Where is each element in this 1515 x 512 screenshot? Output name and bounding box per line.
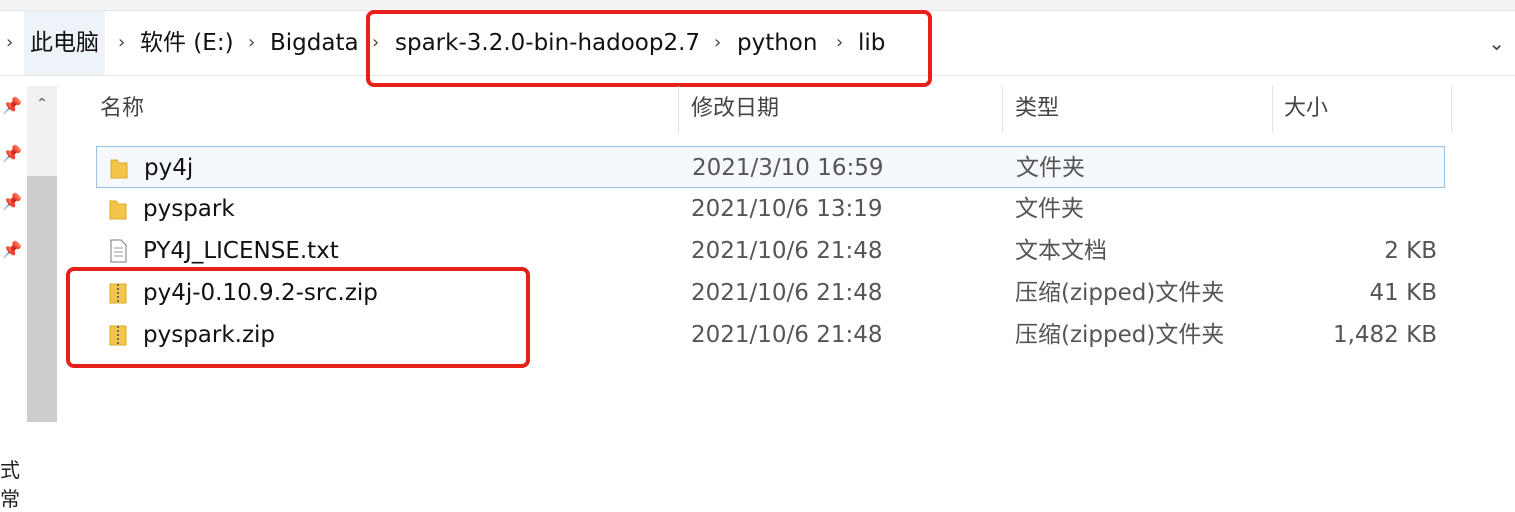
file-row[interactable]: py4j 2021/3/10 16:59 文件夹 xyxy=(96,146,1445,188)
file-name[interactable]: pyspark xyxy=(143,188,235,230)
file-name[interactable]: PY4J_LICENSE.txt xyxy=(143,230,339,272)
file-modified: 2021/3/10 16:59 xyxy=(692,155,884,181)
pin-icon[interactable]: 📌 xyxy=(2,96,22,115)
file-modified: 2021/10/6 21:48 xyxy=(691,238,883,264)
column-name[interactable]: 名称 xyxy=(100,86,144,132)
chevron-right-icon[interactable]: › xyxy=(118,11,125,75)
highlight-box-path xyxy=(366,10,932,87)
address-dropdown-icon[interactable]: ⌄ xyxy=(1488,11,1505,75)
scrollbar-thumb[interactable] xyxy=(27,176,57,422)
column-size[interactable]: 大小 xyxy=(1284,86,1328,132)
pin-icon[interactable]: 📌 xyxy=(2,192,22,211)
folder-icon xyxy=(109,200,127,220)
file-type: 文件夹 xyxy=(1016,155,1085,181)
file-row[interactable]: PY4J_LICENSE.txt 2021/10/6 21:48 文本文档 2 … xyxy=(96,230,1445,272)
file-type: 压缩(zipped)文件夹 xyxy=(1015,280,1225,306)
column-divider[interactable] xyxy=(1451,86,1452,132)
file-type: 文本文档 xyxy=(1015,238,1107,264)
file-size: 2 KB xyxy=(1384,238,1437,264)
text-file-icon xyxy=(110,239,127,263)
file-name[interactable]: py4j xyxy=(144,147,193,189)
file-modified: 2021/10/6 21:48 xyxy=(691,322,883,348)
file-modified: 2021/10/6 13:19 xyxy=(691,196,883,222)
column-divider[interactable] xyxy=(1002,86,1003,132)
column-modified[interactable]: 修改日期 xyxy=(691,86,779,132)
column-type[interactable]: 类型 xyxy=(1015,86,1059,132)
breadcrumb-bigdata[interactable]: Bigdata xyxy=(270,11,359,75)
file-type: 压缩(zipped)文件夹 xyxy=(1015,322,1225,348)
breadcrumb-this-pc[interactable]: 此电脑 xyxy=(24,11,105,75)
folder-icon xyxy=(110,159,128,179)
column-divider[interactable] xyxy=(1272,86,1273,132)
chevron-right-icon[interactable]: › xyxy=(6,11,13,75)
file-size: 41 KB xyxy=(1369,280,1437,306)
file-type: 文件夹 xyxy=(1015,196,1084,222)
highlight-box-zip-files xyxy=(66,267,530,368)
pin-icon[interactable]: 📌 xyxy=(2,240,22,259)
nav-scrollbar[interactable]: ⌃ xyxy=(27,86,57,422)
chevron-right-icon[interactable]: › xyxy=(248,11,255,75)
navigation-pane: 📌 📌 📌 📌 式常 xyxy=(0,76,26,511)
pin-icon[interactable]: 📌 xyxy=(2,144,22,163)
nav-item-label-clipped[interactable]: 式常 xyxy=(0,454,26,512)
column-divider[interactable] xyxy=(678,86,679,132)
scroll-up-icon[interactable]: ⌃ xyxy=(27,86,57,122)
file-size: 1,482 KB xyxy=(1332,322,1437,348)
file-row[interactable]: pyspark 2021/10/6 13:19 文件夹 xyxy=(96,188,1445,230)
breadcrumb-drive-e[interactable]: 软件 (E:) xyxy=(140,11,234,75)
column-header: 名称 修改日期 类型 大小 xyxy=(96,86,1456,132)
file-modified: 2021/10/6 21:48 xyxy=(691,280,883,306)
